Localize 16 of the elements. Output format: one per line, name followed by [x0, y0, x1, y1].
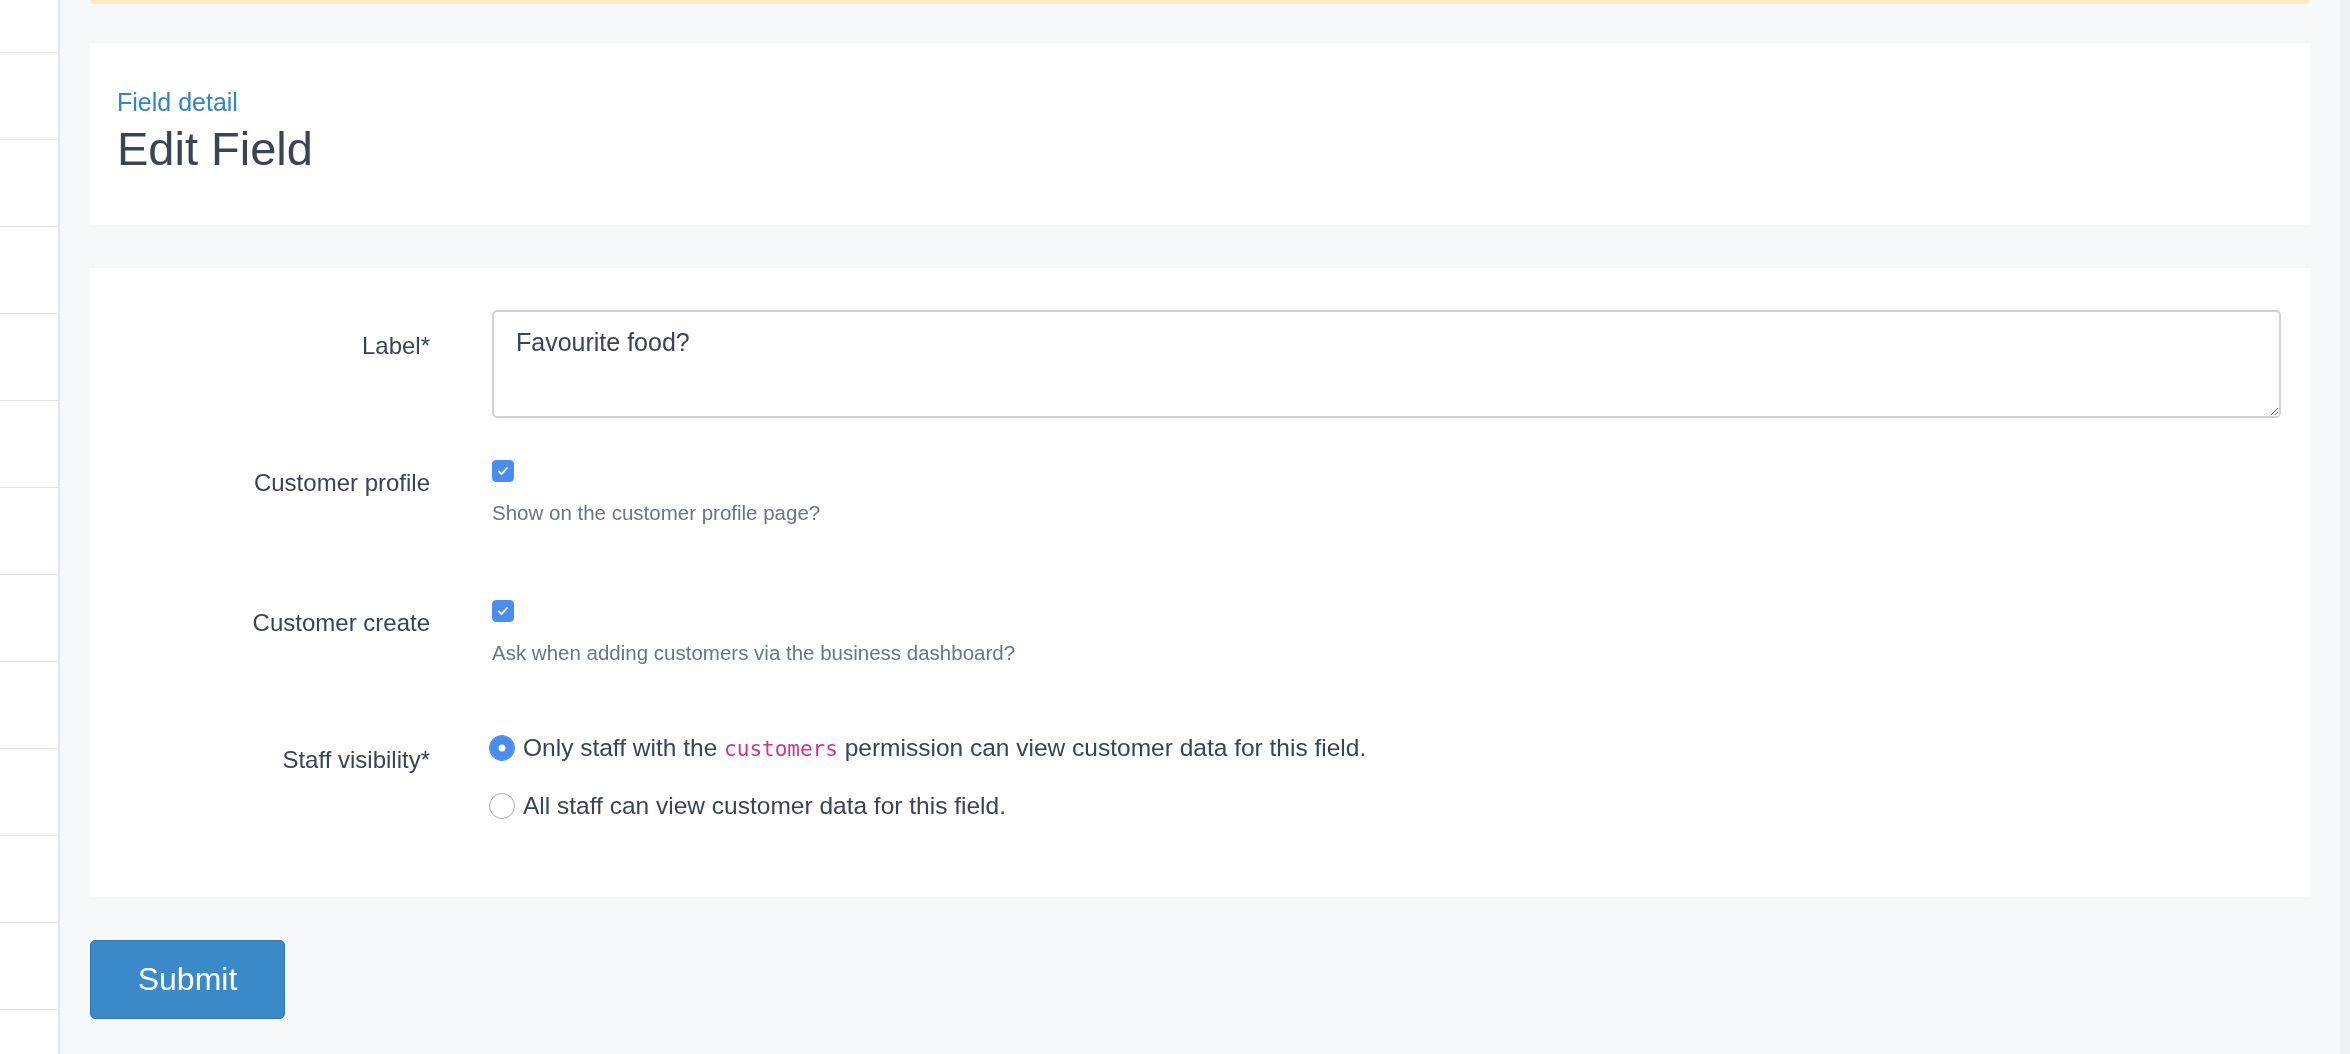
breadcrumb-link[interactable]: Field detail — [117, 88, 238, 117]
checkbox[interactable] — [492, 460, 514, 482]
radio-label[interactable]: Only staff with the customers permission can view customer data for this field. — [523, 734, 1367, 762]
help-text: Show on the customer profile page? — [492, 501, 821, 525]
label-input[interactable]: Favourite food? — [492, 310, 2281, 418]
checkbox[interactable] — [492, 600, 514, 622]
radio-button[interactable] — [489, 793, 515, 819]
radio-button[interactable] — [489, 735, 515, 761]
field-label: Customer create — [251, 608, 430, 638]
page-title: Edit Field — [117, 121, 314, 176]
field-label: Customer profile — [252, 468, 430, 498]
radio-label[interactable]: All staff can view customer data for this field. — [523, 792, 1006, 820]
help-text: Ask when adding customers via the business dashboard? — [492, 641, 1016, 665]
field-label: Staff visibility* — [281, 745, 430, 775]
submit-button[interactable]: Submit — [90, 940, 285, 1019]
field-label: Label* — [360, 331, 430, 361]
